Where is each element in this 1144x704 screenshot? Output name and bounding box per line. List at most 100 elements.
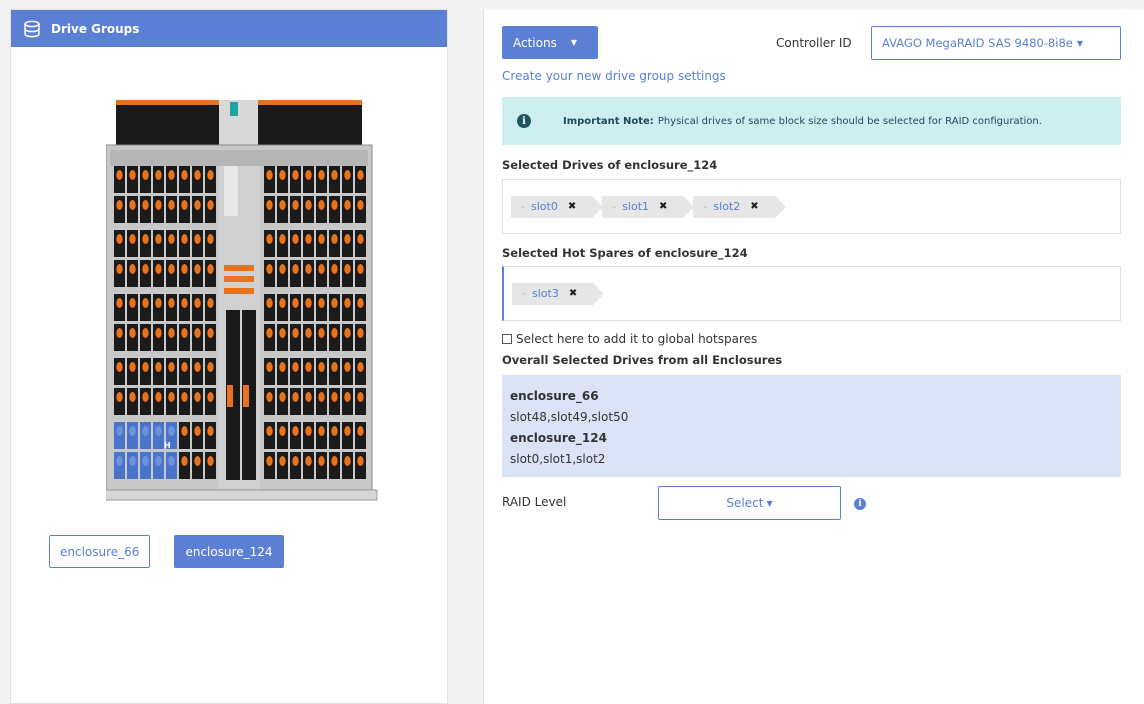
drive-led (305, 200, 312, 210)
database-icon (23, 20, 41, 38)
drive-tag: - slot1 ✖ (602, 195, 695, 218)
drive-led (344, 170, 351, 180)
drive-led (168, 456, 175, 466)
drive-led (116, 234, 123, 244)
drive-led (116, 328, 123, 338)
hot-spares-box[interactable]: - slot3 ✖ (502, 266, 1121, 321)
raid-level-value: Select (726, 496, 764, 510)
drive-led (142, 234, 149, 244)
drive-led (155, 264, 162, 274)
close-icon[interactable]: ✖ (750, 201, 758, 212)
drive-led (116, 170, 123, 180)
drive-led (207, 264, 214, 274)
drive-led (155, 298, 162, 308)
drive-led (207, 328, 214, 338)
global-hotspare-label: Select here to add it to global hotspare… (516, 332, 758, 346)
drive-led (266, 170, 273, 180)
drive-led (279, 298, 286, 308)
drive-led (168, 392, 175, 402)
drive-led (207, 456, 214, 466)
hot-spare-tag: - slot3 ✖ (512, 282, 605, 305)
actions-button[interactable]: Actions ▼ (502, 26, 598, 59)
drive-led (292, 328, 299, 338)
drive-led (181, 264, 188, 274)
close-icon[interactable]: ✖ (569, 288, 577, 299)
drive-led (168, 298, 175, 308)
drive-led (129, 426, 136, 436)
controller-id-select[interactable]: AVAGO MegaRAID SAS 9480-8i8e ▼ (871, 26, 1121, 60)
drive-led (266, 200, 273, 210)
drive-led (194, 328, 201, 338)
info-icon: i (517, 114, 531, 128)
drive-led (116, 456, 123, 466)
raid-level-select[interactable]: Select ▼ (658, 486, 841, 520)
drive-led (318, 170, 325, 180)
panel-header: Drive Groups (11, 10, 447, 47)
drive-led (194, 426, 201, 436)
drive-led (129, 264, 136, 274)
drive-led (318, 264, 325, 274)
drive-led (116, 426, 123, 436)
drive-led (305, 392, 312, 402)
drive-led (331, 426, 338, 436)
drive-led (129, 392, 136, 402)
drive-led (181, 456, 188, 466)
close-icon[interactable]: ✖ (659, 201, 667, 212)
drive-led (142, 328, 149, 338)
drive-led (181, 200, 188, 210)
drive-led (292, 426, 299, 436)
drive-led (194, 298, 201, 308)
drive-led (155, 426, 162, 436)
drive-led (142, 456, 149, 466)
drive-led (181, 328, 188, 338)
drive-led (155, 392, 162, 402)
global-hotspare-option[interactable]: Select here to add it to global hotspare… (502, 332, 757, 346)
drive-led (279, 200, 286, 210)
drive-led (207, 426, 214, 436)
enclosure-chassis-image[interactable]: H (100, 100, 382, 520)
drive-led (357, 362, 364, 372)
selected-drives-box[interactable]: - slot0 ✖ - slot1 ✖ - slot2 ✖ (502, 179, 1121, 234)
drive-led (266, 362, 273, 372)
caret-down-icon: ▼ (766, 498, 773, 508)
drive-led (344, 264, 351, 274)
caret-down-icon: ▼ (1076, 38, 1083, 48)
enclosure-124-button[interactable]: enclosure_124 (174, 535, 284, 568)
drive-led (181, 362, 188, 372)
enclosure-66-button[interactable]: enclosure_66 (49, 535, 151, 568)
drive-led (357, 170, 364, 180)
info-icon[interactable]: i (854, 498, 866, 510)
drive-led (279, 264, 286, 274)
drive-led (292, 264, 299, 274)
drive-led (305, 426, 312, 436)
drive-led (357, 264, 364, 274)
drive-led (292, 200, 299, 210)
drive-led (142, 426, 149, 436)
drive-led (207, 234, 214, 244)
overall-enclosure-slots: slot48,slot49,slot50 (510, 410, 629, 424)
drive-led (194, 456, 201, 466)
global-hotspare-checkbox[interactable] (502, 334, 512, 344)
drive-led (318, 200, 325, 210)
drive-led (279, 328, 286, 338)
drive-led (168, 234, 175, 244)
drive-led (168, 170, 175, 180)
drive-led (194, 234, 201, 244)
drive-led (357, 426, 364, 436)
drive-led (155, 200, 162, 210)
create-drive-group-link[interactable]: Create your new drive group settings (502, 69, 726, 83)
drive-led (116, 264, 123, 274)
close-icon[interactable]: ✖ (568, 201, 576, 212)
drive-led (207, 200, 214, 210)
drive-led (207, 392, 214, 402)
controller-id-label: Controller ID (776, 36, 852, 50)
hot-spare-marker: H (164, 441, 171, 450)
overall-enclosure-name: enclosure_66 (510, 389, 599, 403)
drive-led (168, 362, 175, 372)
drive-led (207, 298, 214, 308)
selected-drives-label: Selected Drives of enclosure_124 (502, 158, 718, 172)
drive-group-settings-panel: Actions ▼ Controller ID AVAGO MegaRAID S… (483, 9, 1144, 704)
drive-led (116, 362, 123, 372)
drive-led (318, 298, 325, 308)
drive-led (194, 200, 201, 210)
